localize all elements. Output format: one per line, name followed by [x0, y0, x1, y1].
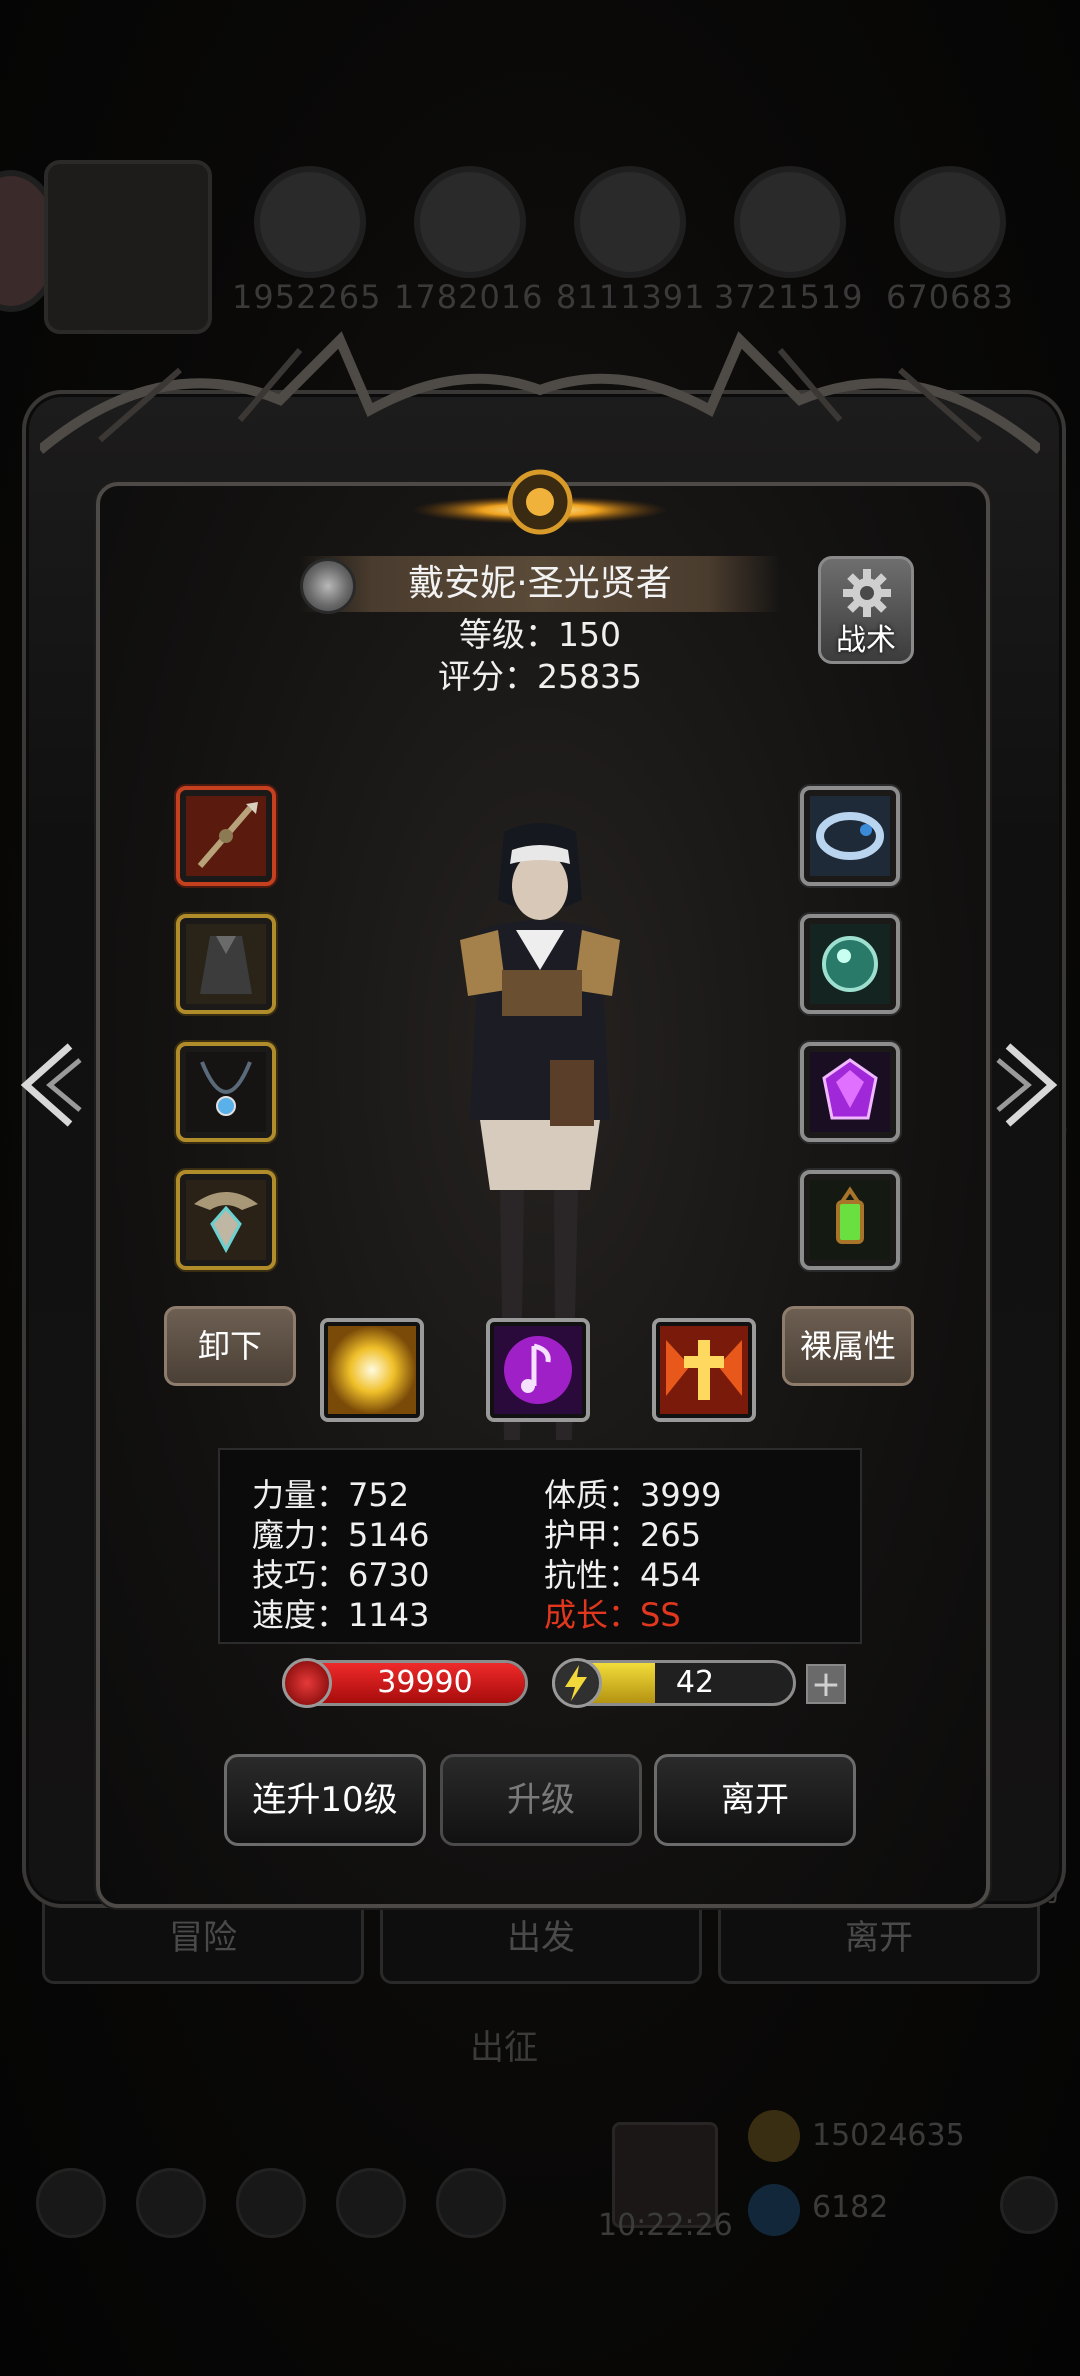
bg-gem-amount: 6182 — [812, 2190, 889, 2225]
next-hero-arrow-icon[interactable] — [994, 1040, 1064, 1130]
bg-party-avatar-1 — [254, 166, 366, 278]
bg-party-avatar-5 — [894, 166, 1006, 278]
light-burst-skill-icon — [328, 1326, 416, 1414]
bg-gem-icon — [748, 2184, 800, 2236]
bg-hero-portrait — [44, 160, 212, 334]
bg-power-1: 1952265 — [232, 278, 382, 316]
equip-slot-armor[interactable] — [176, 914, 276, 1014]
stat-growth: 成长：SS — [544, 1596, 681, 1634]
bg-power-4: 3721519 — [714, 278, 864, 316]
energy-value: 42 — [675, 1665, 715, 1700]
stat-speed: 速度：1143 — [252, 1596, 430, 1634]
purple-gem-icon — [810, 1052, 890, 1132]
equip-slot-ring[interactable] — [800, 786, 900, 886]
hero-level: 等级：150 — [459, 615, 621, 654]
robe-icon — [186, 924, 266, 1004]
green-orb-icon — [810, 924, 890, 1004]
hero-name: 戴安妮·圣光贤者 — [408, 563, 672, 604]
bg-menu-icon-1 — [36, 2168, 106, 2238]
necklace-icon — [186, 1052, 266, 1132]
skill-slot-2[interactable] — [486, 1318, 590, 1422]
lightning-icon — [552, 1658, 602, 1708]
equip-slot-amulet[interactable] — [176, 1170, 276, 1270]
bg-gold-icon — [748, 2110, 800, 2162]
equip-slot-orb[interactable] — [800, 914, 900, 1014]
bg-menu-icon-5 — [436, 2168, 506, 2238]
spear-icon — [186, 796, 266, 876]
previous-hero-arrow-icon[interactable] — [14, 1040, 84, 1130]
hp-value: 39990 — [377, 1665, 473, 1700]
bg-party-avatar-2 — [414, 166, 526, 278]
skill-slot-1[interactable] — [320, 1318, 424, 1422]
unequip-button[interactable]: 卸下 — [164, 1306, 296, 1386]
ornate-thorn-border — [40, 331, 1040, 454]
skill-slot-3[interactable] — [652, 1318, 756, 1422]
bg-menu-icon-2 — [136, 2168, 206, 2238]
bg-party-avatar-4 — [734, 166, 846, 278]
hero-score: 评分：25835 — [438, 657, 642, 696]
level-up-button[interactable]: 升级 — [440, 1754, 642, 1846]
equip-slot-necklace[interactable] — [176, 1042, 276, 1142]
base-attributes-button[interactable]: 裸属性 — [782, 1306, 914, 1386]
gear-icon — [843, 569, 891, 617]
equip-slot-gem[interactable] — [800, 1042, 900, 1142]
bg-power-3: 8111391 — [556, 278, 706, 316]
equip-slot-lantern[interactable] — [800, 1170, 900, 1270]
tactics-button[interactable]: 战术 — [818, 556, 914, 664]
music-note-skill-icon — [494, 1326, 582, 1414]
heart-icon — [282, 1658, 332, 1708]
ice-ring-icon — [810, 796, 890, 876]
bg-power-5: 670683 — [886, 278, 1015, 316]
leave-button[interactable]: 离开 — [654, 1754, 856, 1846]
bg-add-icon — [1000, 2176, 1058, 2234]
equip-slot-weapon[interactable] — [176, 786, 276, 886]
bg-party-avatar-3 — [574, 166, 686, 278]
amulet-icon — [186, 1180, 266, 1260]
bg-menu-icon-3 — [236, 2168, 306, 2238]
tactics-label: 战术 — [836, 623, 896, 658]
add-energy-button[interactable]: + — [806, 1664, 846, 1704]
bg-sortie-label: 出征 — [470, 2028, 538, 2068]
bg-menu-icon-4 — [336, 2168, 406, 2238]
bg-clock: 10:22:26 — [598, 2208, 733, 2243]
sun-emblem-icon — [412, 469, 668, 535]
level-up-10-button[interactable]: 连升10级 — [224, 1754, 426, 1846]
bg-power-2: 1782016 — [394, 278, 544, 316]
lantern-icon — [810, 1180, 890, 1260]
holy-cross-skill-icon — [660, 1326, 748, 1414]
bg-gold-amount: 15024635 — [812, 2118, 965, 2153]
